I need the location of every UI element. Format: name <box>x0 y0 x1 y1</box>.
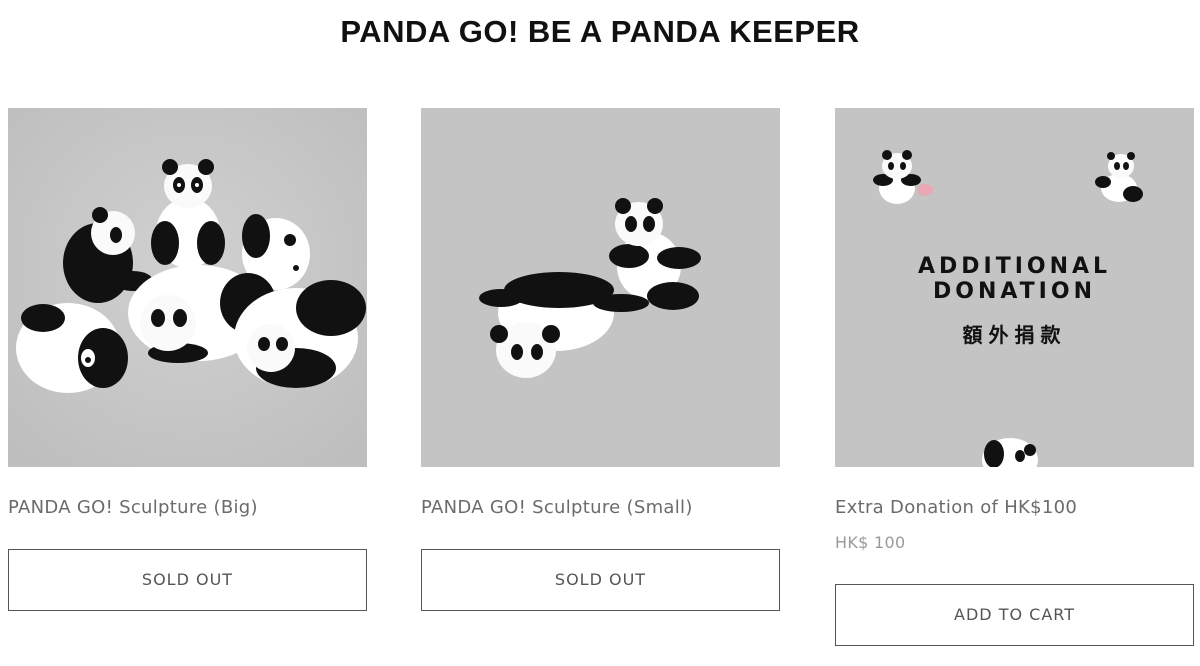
panda-pair-icon <box>421 108 780 467</box>
product-name[interactable]: PANDA GO! Sculpture (Small) <box>421 497 780 519</box>
sold-out-button[interactable]: SOLD OUT <box>421 549 780 611</box>
product-card: PANDA GO! Sculpture (Small) SOLD OUT <box>421 108 780 611</box>
page-title: PANDA GO! BE A PANDA KEEPER <box>340 14 860 49</box>
add-to-cart-button[interactable]: ADD TO CART <box>835 584 1194 646</box>
product-name[interactable]: PANDA GO! Sculpture (Big) <box>8 497 367 519</box>
donation-image-chinese: 額外捐款 <box>962 323 1067 347</box>
product-image[interactable]: ADDITIONAL DONATION 額外捐款 <box>835 108 1194 467</box>
product-price: HK$ 100 <box>835 533 906 552</box>
panda-group-icon <box>8 108 367 467</box>
donation-image-subtitle: DONATION <box>932 279 1096 304</box>
product-image[interactable] <box>421 108 780 467</box>
sold-out-button[interactable]: SOLD OUT <box>8 549 367 611</box>
product-name[interactable]: Extra Donation of HK$100 <box>835 497 1194 519</box>
product-card: PANDA GO! Sculpture (Big) SOLD OUT <box>8 108 367 611</box>
donation-image-title: ADDITIONAL <box>917 254 1112 279</box>
product-card: ADDITIONAL DONATION 額外捐款 Extra Donation … <box>835 108 1194 646</box>
product-image[interactable] <box>8 108 367 467</box>
